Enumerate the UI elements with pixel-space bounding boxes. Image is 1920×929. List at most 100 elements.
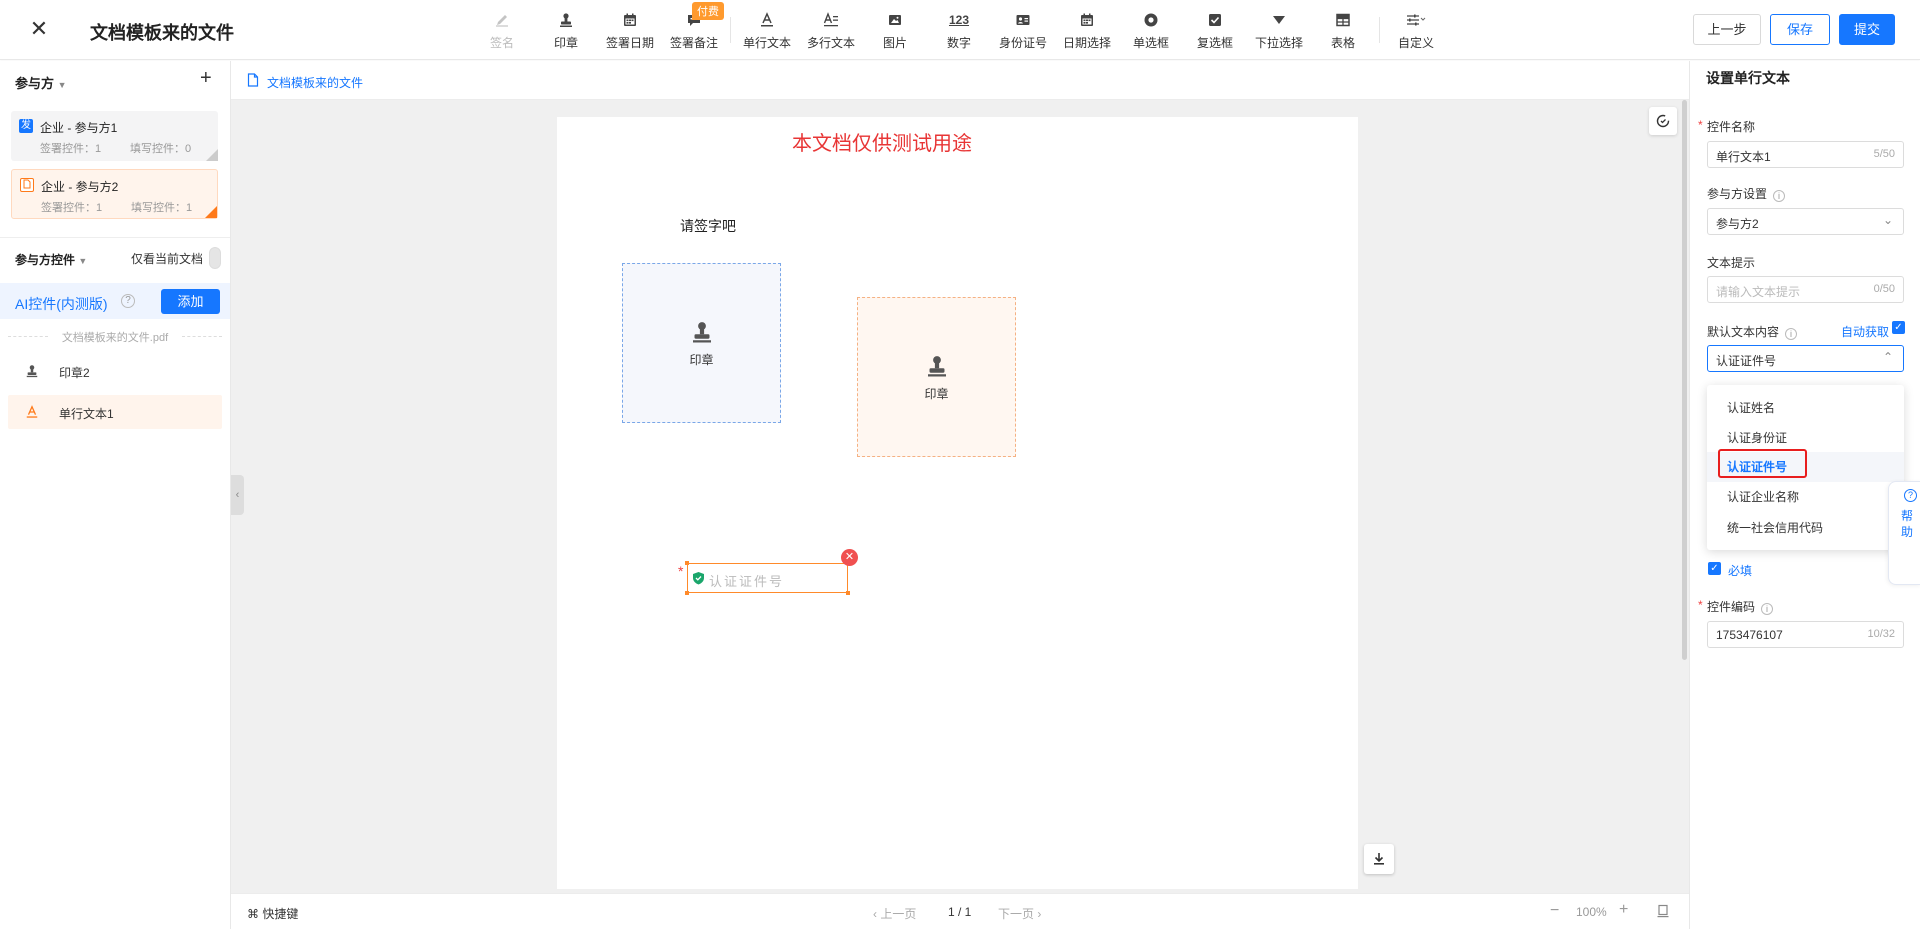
fit-page-icon (1657, 904, 1669, 918)
close-button[interactable]: ✕ (26, 16, 52, 42)
info-icon[interactable]: i (1773, 190, 1786, 202)
stamp-field-party2[interactable]: 印章 (857, 297, 1016, 457)
zoom-level: 100% (1576, 905, 1607, 919)
tool-single-line-text[interactable]: 单行文本 (735, 0, 799, 60)
document-page: 本文档仅供测试用途 请签字吧 印章 印章 * 认证证件号 ✕ (557, 117, 1358, 889)
tool-sign-date[interactable]: 签署日期 (598, 0, 662, 60)
dropdown-option[interactable]: 认证企业名称 (1707, 482, 1904, 512)
only-current-doc-toggle[interactable] (209, 247, 221, 269)
rotate-button[interactable] (1649, 107, 1677, 135)
tool-number[interactable]: 123 数字 (927, 0, 991, 60)
multiline-text-icon (823, 10, 839, 30)
help-icon: ? (1904, 489, 1917, 502)
paid-badge: 付费 (692, 2, 724, 20)
checkbox-icon (1207, 10, 1223, 30)
single-line-text-field[interactable]: * 认证证件号 ✕ (678, 549, 858, 595)
add-party-button[interactable]: + (200, 67, 212, 90)
resize-handle[interactable] (846, 591, 850, 595)
resize-handle[interactable] (685, 591, 689, 595)
tool-signature[interactable]: 签名 (470, 0, 534, 60)
party-card-2[interactable]: 企业 - 参与方2 签署控件：1 填写控件：1 (11, 169, 218, 219)
page-indicator: 1 / 1 (948, 905, 972, 919)
ai-add-button[interactable]: 添加 (161, 289, 220, 314)
text-a-icon (24, 404, 40, 420)
required-checkbox[interactable]: ✓ (1708, 562, 1721, 575)
submit-button[interactable]: 提交 (1839, 14, 1895, 45)
caret-down-icon: ▼ (57, 80, 67, 90)
dropdown-option[interactable]: 认证身份证 (1707, 423, 1904, 453)
info-icon[interactable]: i (1761, 603, 1774, 615)
panel-title: 设置单行文本 (1706, 70, 1790, 86)
control-item-stamp2[interactable]: 印章2 (8, 354, 222, 388)
collapse-left-panel-button[interactable]: ‹ (231, 475, 244, 515)
tool-radio[interactable]: 单选框 (1119, 0, 1183, 60)
sign-prompt-text: 请签字吧 (680, 220, 736, 235)
help-icon[interactable]: ? (121, 294, 135, 308)
stamp-field-party1[interactable]: 印章 (622, 263, 781, 423)
control-code-input[interactable]: 1753476107 10/32 (1707, 621, 1904, 648)
next-page-button[interactable]: 下一页 › (998, 905, 1041, 922)
help-tab[interactable]: ? 帮助 (1888, 481, 1920, 585)
delete-field-button[interactable]: ✕ (841, 549, 858, 566)
file-name-divider: 文档模板来的文件.pdf (8, 329, 222, 345)
text-hint-input[interactable]: 请输入文本提示 0/50 (1707, 276, 1904, 303)
tool-image[interactable]: 图片 (863, 0, 927, 60)
document-icon (20, 178, 34, 192)
shield-check-icon (693, 572, 704, 585)
zoom-in-button[interactable]: + (1619, 901, 1628, 919)
party-select[interactable]: 参与方2 ⌄ (1707, 208, 1904, 235)
party-card-1[interactable]: 发 企业 - 参与方1 签署控件：1 填写控件：0 (11, 111, 218, 161)
info-icon[interactable]: i (1785, 328, 1798, 340)
tool-id-card[interactable]: 身份证号 (991, 0, 1055, 60)
number-icon: 123 (948, 13, 970, 27)
control-item-single-line-text1[interactable]: 单行文本1 (8, 395, 222, 429)
tool-stamp[interactable]: 印章 (534, 0, 598, 60)
divider (0, 237, 230, 238)
properties-panel: 设置单行文本 控件名称 单行文本1 5/50 参与方设置i 参与方2 ⌄ 文本提… (1689, 61, 1920, 929)
table-icon (1335, 10, 1351, 30)
stamp-icon (558, 10, 574, 30)
sliders-icon (1405, 10, 1427, 30)
document-tab[interactable]: 文档模板来的文件 (267, 74, 363, 91)
tool-checkbox[interactable]: 复选框 (1183, 0, 1247, 60)
image-icon (887, 10, 903, 30)
save-button[interactable]: 保存 (1770, 14, 1830, 45)
text-a-icon (759, 10, 775, 30)
command-icon: ⌘ (247, 907, 259, 921)
chevron-down-icon: ⌄ (1882, 213, 1893, 227)
tool-custom[interactable]: 自定义 (1384, 0, 1448, 60)
download-icon (1374, 853, 1384, 865)
fit-page-button[interactable] (1656, 904, 1670, 921)
chevron-up-icon: ⌃ (1882, 350, 1893, 364)
shortcut-button[interactable]: ⌘ 快捷键 (247, 905, 298, 922)
tool-dropdown-select[interactable]: 下拉选择 (1247, 0, 1311, 60)
dropdown-option[interactable]: 统一社会信用代码 (1707, 513, 1904, 543)
required-label: 必填 (1728, 564, 1753, 578)
prev-page-button[interactable]: ‹ 上一页 (873, 905, 916, 922)
vertical-scrollbar[interactable] (1682, 100, 1687, 660)
parties-title[interactable]: 参与方 ▼ (15, 73, 67, 92)
close-icon: ✕ (29, 16, 49, 41)
date-picker-icon (1079, 10, 1095, 30)
stamp-icon (24, 363, 40, 379)
corner-mark (205, 206, 217, 218)
dropdown-option[interactable]: 认证姓名 (1707, 393, 1904, 423)
control-name-input[interactable]: 单行文本1 5/50 (1707, 141, 1904, 168)
tool-date-picker[interactable]: 日期选择 (1055, 0, 1119, 60)
download-button[interactable] (1364, 844, 1394, 874)
tool-multi-line-text[interactable]: 多行文本 (799, 0, 863, 60)
default-text-select[interactable]: 认证证件号 ⌃ (1707, 345, 1904, 372)
stamp-icon (692, 321, 711, 342)
document-tab-bar: 文档模板来的文件 (231, 61, 1689, 100)
sender-badge-icon: 发 (19, 119, 33, 133)
party-controls-title[interactable]: 参与方控件 ▼ (15, 251, 87, 268)
default-text-dropdown: 认证姓名 认证身份证 认证证件号 认证企业名称 统一社会信用代码 (1707, 385, 1904, 550)
auto-get-checkbox[interactable]: ✓ (1892, 321, 1905, 334)
tool-table[interactable]: 表格 (1311, 0, 1375, 60)
resize-handle[interactable] (685, 561, 689, 565)
zoom-out-button[interactable]: − (1550, 902, 1559, 920)
id-card-icon (1015, 10, 1031, 30)
dropdown-option-selected[interactable]: 认证证件号 (1707, 452, 1904, 482)
previous-step-button[interactable]: 上一步 (1693, 14, 1761, 45)
control-code-label: 控件编码i (1698, 598, 1774, 615)
